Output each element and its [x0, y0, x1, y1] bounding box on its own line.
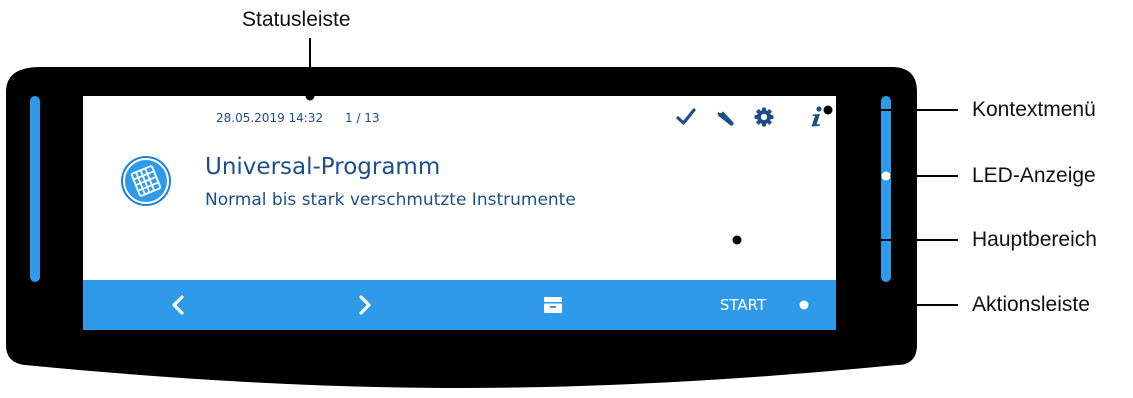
program-title: Universal-Programm — [205, 154, 441, 180]
wrench-icon[interactable] — [712, 104, 738, 130]
info-icon[interactable] — [803, 104, 829, 130]
status-page-counter: 1 / 13 — [345, 111, 380, 125]
chevron-left-icon[interactable] — [153, 280, 203, 330]
callout-led: LED-Anzeige — [972, 164, 1096, 187]
start-button[interactable]: START — [703, 280, 783, 330]
gear-icon[interactable] — [751, 104, 777, 130]
callout-statusbar: Statusleiste — [242, 8, 351, 31]
callout-action-bar: Aktionsleiste — [972, 293, 1090, 316]
program-subtitle: Normal bis stark verschmutzte Instrument… — [205, 190, 576, 210]
led-indicator-left — [30, 96, 40, 282]
chevron-right-icon[interactable] — [340, 280, 390, 330]
led-indicator-right — [881, 96, 891, 282]
start-button-label: START — [719, 296, 767, 314]
status-datetime: 28.05.2019 14:32 — [216, 111, 324, 125]
status-bar: 28.05.2019 14:32 1 / 13 — [83, 96, 836, 140]
touchscreen: 28.05.2019 14:32 1 / 13 Universal-Progra… — [83, 96, 836, 330]
action-bar: START — [83, 280, 836, 330]
callout-main-area: Hauptbereich — [972, 228, 1097, 251]
callout-context-menu: Kontextmenü — [972, 98, 1096, 121]
checkmark-icon[interactable] — [673, 104, 699, 130]
drawer-icon[interactable] — [528, 280, 578, 330]
instrument-tray-icon — [120, 155, 172, 207]
